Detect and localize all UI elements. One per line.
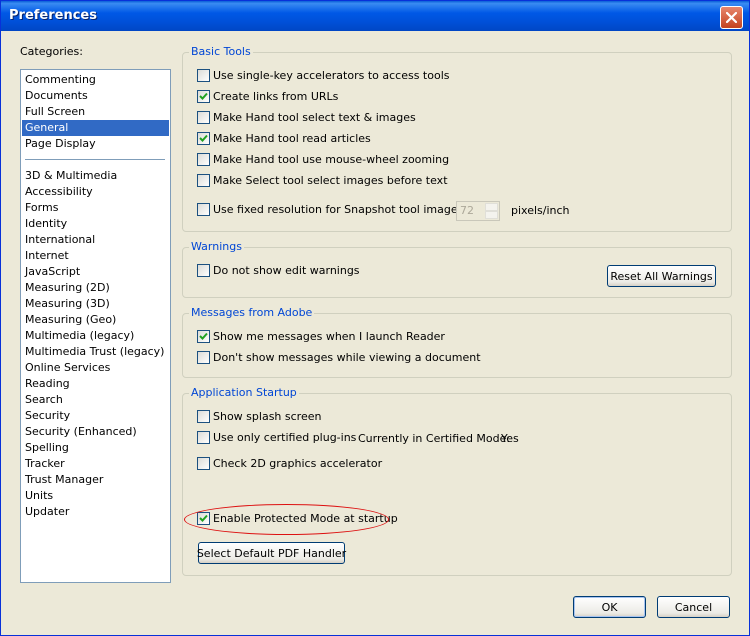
checkbox-label: Make Hand tool read articles [213, 132, 371, 145]
checkbox-label: Check 2D graphics accelerator [213, 457, 383, 470]
spin-up-icon[interactable] [485, 203, 498, 211]
warnings-label: Warnings [189, 240, 244, 254]
no-edit-warnings-checkbox[interactable]: Do not show edit warnings [197, 264, 360, 277]
checkmark-icon [199, 514, 208, 522]
category-item[interactable]: Commenting [22, 72, 169, 88]
checkbox-label: Show me messages when I launch Reader [213, 330, 445, 343]
checkbox-box [197, 69, 210, 82]
close-icon [726, 12, 737, 23]
category-item[interactable]: Full Screen [22, 104, 169, 120]
spin-down-icon[interactable] [485, 211, 498, 219]
startup-label: Application Startup [189, 386, 299, 400]
fixed-resolution-checkbox[interactable]: Use fixed resolution for Snapshot tool i… [197, 203, 467, 216]
title-bar[interactable]: Preferences [1, 1, 749, 31]
checkbox-label: Show splash screen [213, 410, 322, 423]
category-item[interactable]: International [22, 232, 169, 248]
checkbox-label: Enable Protected Mode at startup [213, 512, 398, 525]
ok-button[interactable]: OK [573, 596, 646, 618]
checkbox-box [197, 264, 210, 277]
show-messages-checkbox[interactable]: Show me messages when I launch Reader [197, 330, 445, 343]
messages-label: Messages from Adobe [189, 306, 315, 320]
categories-list[interactable]: Commenting Documents Full Screen General… [20, 69, 171, 583]
category-item[interactable]: Multimedia (legacy) [22, 328, 169, 344]
category-item[interactable]: Internet [22, 248, 169, 264]
checkbox-label: Create links from URLs [213, 90, 339, 103]
resolution-unit: pixels/inch [511, 204, 570, 217]
category-item[interactable]: Documents [22, 88, 169, 104]
resolution-spinner[interactable]: 72 [456, 201, 500, 221]
category-item[interactable]: Search [22, 392, 169, 408]
hand-wheel-zoom-checkbox[interactable]: Make Hand tool use mouse-wheel zooming [197, 153, 449, 166]
category-item[interactable]: Accessibility [22, 184, 169, 200]
checkbox-label: Use only certified plug-ins [213, 431, 357, 444]
messages-group: Messages from Adobe [182, 306, 732, 378]
certified-mode-label: Currently in Certified Mode: [358, 432, 511, 445]
category-separator [25, 159, 165, 160]
reset-warnings-button[interactable]: Reset All Warnings [607, 265, 716, 287]
hand-select-text-checkbox[interactable]: Make Hand tool select text & images [197, 111, 416, 124]
resolution-value: 72 [460, 204, 474, 217]
window-title: Preferences [9, 8, 97, 23]
category-item[interactable]: Identity [22, 216, 169, 232]
checkbox-label: Do not show edit warnings [213, 264, 360, 277]
cancel-button[interactable]: Cancel [657, 596, 730, 618]
protected-mode-checkbox[interactable]: Enable Protected Mode at startup [197, 512, 398, 525]
category-item[interactable]: Measuring (3D) [22, 296, 169, 312]
create-links-checkbox[interactable]: Create links from URLs [197, 90, 338, 103]
basic-tools-label: Basic Tools [189, 45, 253, 59]
checkbox-label: Use fixed resolution for Snapshot tool i… [213, 203, 468, 216]
category-item[interactable]: Security (Enhanced) [22, 424, 169, 440]
select-images-first-checkbox[interactable]: Make Select tool select images before te… [197, 174, 448, 187]
category-item[interactable]: 3D & Multimedia [22, 168, 169, 184]
single-key-accelerators-checkbox[interactable]: Use single-key accelerators to access to… [197, 69, 449, 82]
checkbox-box [197, 457, 210, 470]
checkmark-icon [199, 92, 208, 100]
categories-label: Categories: [20, 45, 83, 58]
checkbox-box [197, 174, 210, 187]
checkbox-box [197, 410, 210, 423]
certified-plugins-checkbox[interactable]: Use only certified plug-ins [197, 431, 356, 444]
category-item[interactable]: JavaScript [22, 264, 169, 280]
splash-screen-checkbox[interactable]: Show splash screen [197, 410, 321, 423]
category-item[interactable]: Online Services [22, 360, 169, 376]
category-item[interactable]: Reading [22, 376, 169, 392]
category-item[interactable]: Spelling [22, 440, 169, 456]
checkbox-box [197, 90, 210, 103]
checkmark-icon [199, 134, 208, 142]
checkbox-box [197, 111, 210, 124]
hand-read-articles-checkbox[interactable]: Make Hand tool read articles [197, 132, 371, 145]
checkmark-icon [199, 332, 208, 340]
category-item[interactable]: Security [22, 408, 169, 424]
category-item[interactable]: Units [22, 488, 169, 504]
category-item[interactable]: Measuring (Geo) [22, 312, 169, 328]
checkbox-label: Don't show messages while viewing a docu… [213, 351, 481, 364]
certified-mode-value: Yes [501, 432, 519, 445]
category-item[interactable]: Tracker [22, 456, 169, 472]
checkbox-box [197, 330, 210, 343]
checkbox-box [197, 153, 210, 166]
category-item[interactable]: Forms [22, 200, 169, 216]
graphics-accelerator-checkbox[interactable]: Check 2D graphics accelerator [197, 457, 382, 470]
checkbox-label: Make Hand tool select text & images [213, 111, 416, 124]
checkbox-box [197, 351, 210, 364]
default-pdf-handler-button[interactable]: Select Default PDF Handler [197, 542, 346, 564]
preferences-dialog: Preferences Categories: Commenting Docum… [0, 0, 750, 636]
checkbox-box [197, 512, 210, 525]
category-item-selected[interactable]: General [22, 120, 169, 136]
category-item[interactable]: Multimedia Trust (legacy) [22, 344, 169, 360]
checkbox-label: Use single-key accelerators to access to… [213, 69, 450, 82]
category-item[interactable]: Page Display [22, 136, 169, 152]
checkbox-box [197, 431, 210, 444]
checkbox-label: Make Hand tool use mouse-wheel zooming [213, 153, 450, 166]
checkbox-label: Make Select tool select images before te… [213, 174, 448, 187]
hide-messages-viewing-checkbox[interactable]: Don't show messages while viewing a docu… [197, 351, 481, 364]
checkbox-box [197, 203, 210, 216]
close-button[interactable] [720, 6, 743, 29]
category-item[interactable]: Measuring (2D) [22, 280, 169, 296]
checkbox-box [197, 132, 210, 145]
category-item[interactable]: Trust Manager [22, 472, 169, 488]
category-item[interactable]: Updater [22, 504, 169, 520]
